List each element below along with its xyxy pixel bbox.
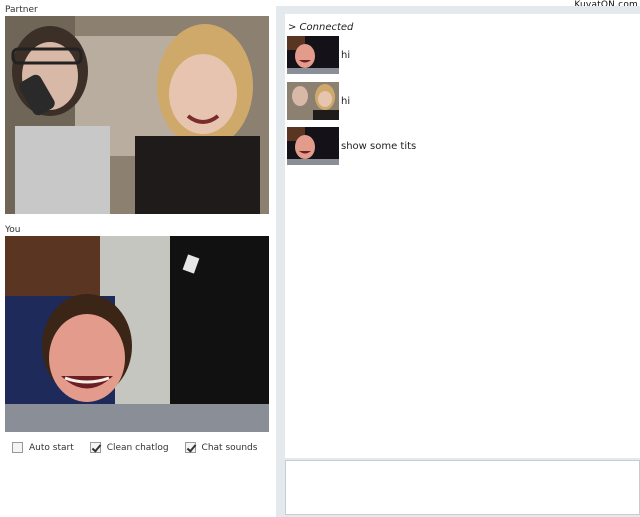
you-label: You xyxy=(5,225,21,235)
self-video xyxy=(5,236,269,432)
connection-status: > Connected xyxy=(288,22,354,33)
self-video-image xyxy=(5,236,269,432)
message-text: hi xyxy=(341,49,351,61)
clean-chatlog-box[interactable] xyxy=(89,442,101,453)
clean-chatlog-checkbox[interactable]: Clean chatlog xyxy=(89,442,169,453)
partner-label: Partner xyxy=(5,5,38,15)
partner-video-image xyxy=(5,16,269,214)
message-avatar-you xyxy=(287,127,339,165)
auto-start-label: Auto start xyxy=(29,442,74,453)
chat-input[interactable] xyxy=(285,460,640,515)
message-text: show some tits xyxy=(341,140,417,152)
chat-message: show some tits xyxy=(287,127,416,165)
message-avatar-you xyxy=(287,36,339,74)
partner-video xyxy=(5,16,269,214)
chat-message: hi xyxy=(287,36,350,74)
clean-chatlog-label: Clean chatlog xyxy=(106,442,169,453)
auto-start-box[interactable] xyxy=(12,442,23,453)
auto-start-checkbox[interactable]: Auto start xyxy=(12,442,74,453)
chat-sounds-label: Chat sounds xyxy=(201,442,258,453)
chat-sounds-box[interactable] xyxy=(184,442,196,453)
chat-message: hi xyxy=(287,82,350,120)
chat-log[interactable]: > Connected hi hi show some tits xyxy=(285,14,640,458)
message-avatar-partner xyxy=(287,82,339,120)
chat-panel: > Connected hi hi show some tits xyxy=(276,6,640,517)
chat-options: Auto start Clean chatlog Chat sounds xyxy=(12,442,257,453)
message-text: hi xyxy=(341,95,351,107)
chat-sounds-checkbox[interactable]: Chat sounds xyxy=(184,442,258,453)
